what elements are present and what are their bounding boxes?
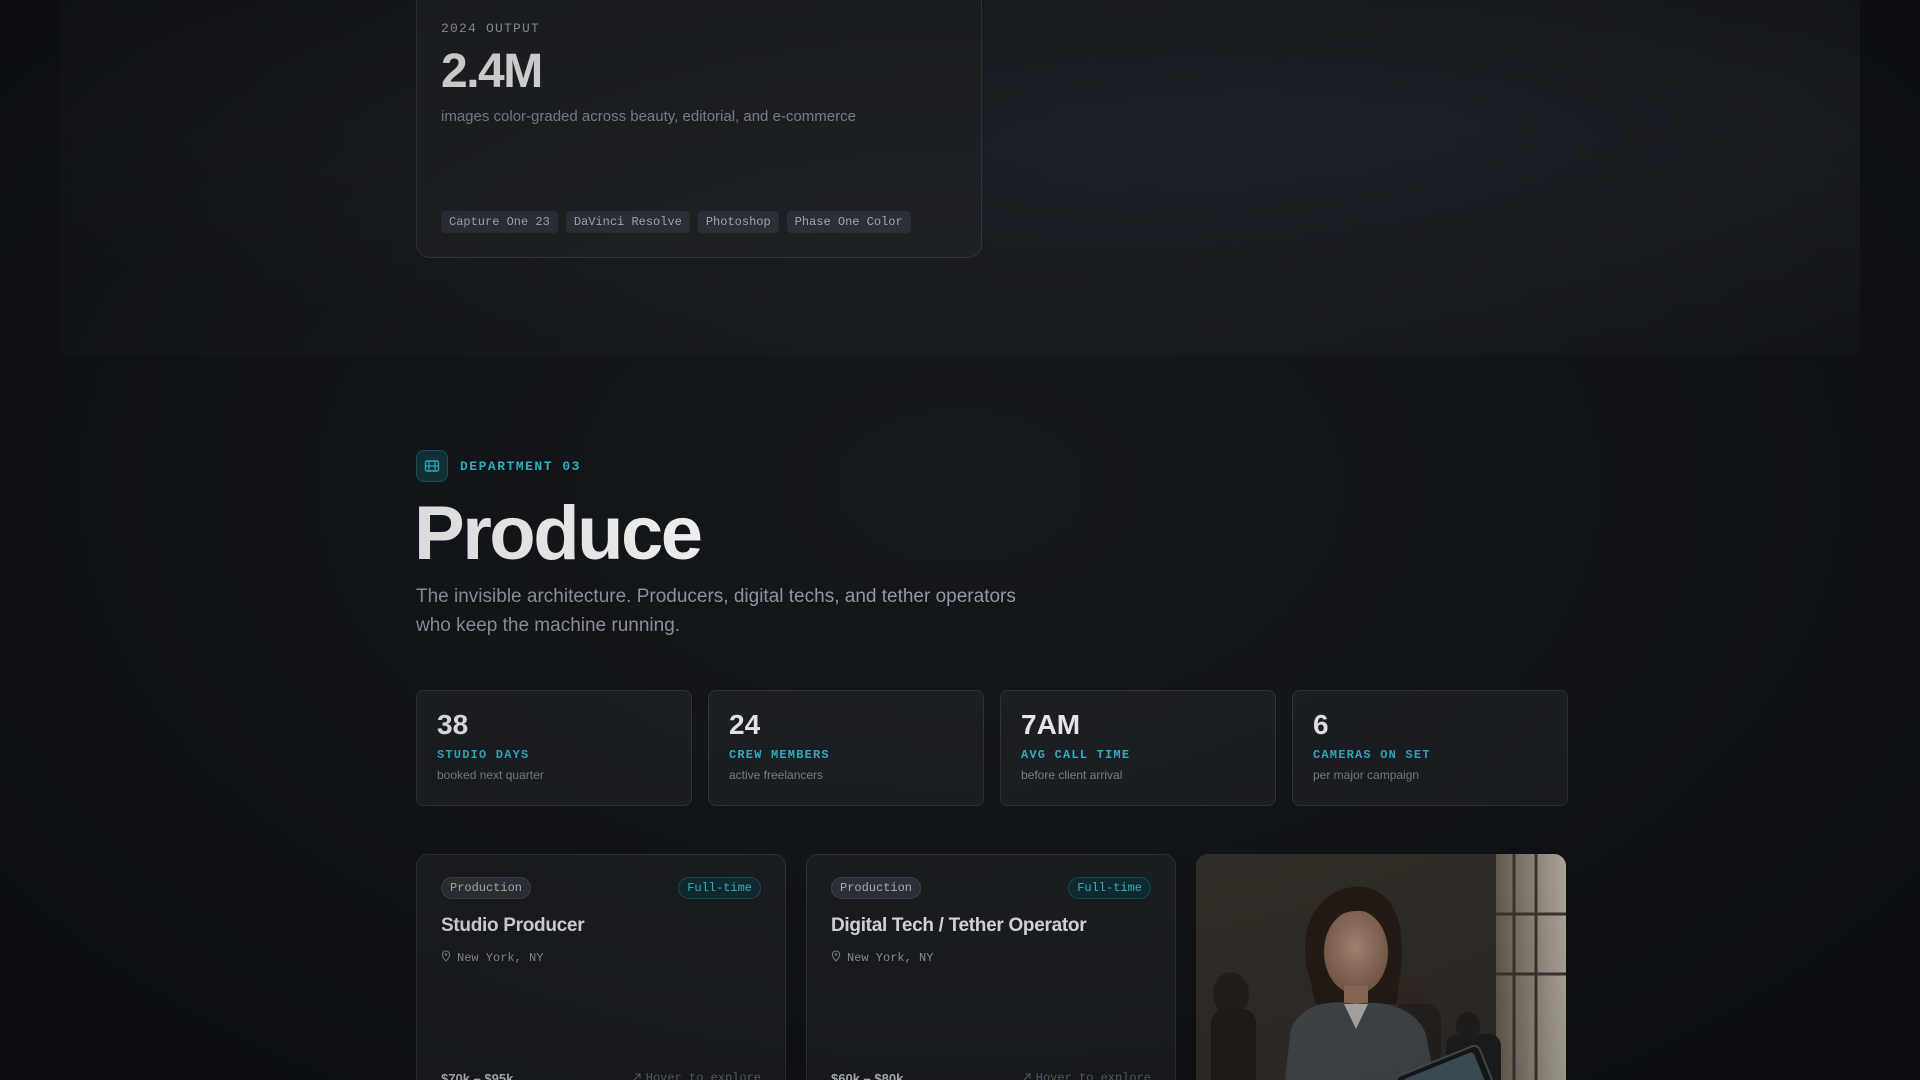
woman-with-tablet-photo (1196, 854, 1566, 1080)
job-type-badge: Full-time (678, 877, 761, 899)
film-icon (416, 450, 448, 482)
job-footer: $60k – $80k Hover to explore (831, 1069, 1151, 1080)
job-hover-hint: Hover to explore (1022, 1069, 1151, 1080)
job-department-tag: Production (441, 877, 532, 899)
stat-card: 24 CREW MEMBERS active freelancers (708, 690, 984, 806)
hover-hint-text: Hover to explore (1035, 1071, 1151, 1080)
department-title: Produce (414, 491, 703, 576)
page: 2024 OUTPUT 2.4M images color-graded acr… (0, 0, 1920, 1080)
output-description: images color-graded across beauty, edito… (441, 108, 856, 125)
stat-value: 38 (437, 709, 469, 740)
job-card-digital-tech[interactable]: Production Full-time Digital Tech / Teth… (806, 854, 1176, 1080)
tool-chip: Photoshop (697, 211, 779, 233)
stat-label: CAMERAS ON SET (1313, 748, 1431, 762)
job-location: New York, NY (831, 949, 1151, 967)
location-pin-icon (831, 949, 841, 967)
tool-chip: Phase One Color (786, 211, 911, 233)
job-salary: $70k – $95k (441, 1070, 514, 1080)
job-title[interactable]: Studio Producer (441, 915, 761, 937)
job-hover-hint: Hover to explore (632, 1069, 761, 1080)
job-location-text: New York, NY (457, 951, 544, 965)
tool-list: Capture One 23 DaVinci Resolve Photoshop… (441, 211, 911, 233)
stat-label: CREW MEMBERS (729, 748, 830, 762)
job-card-studio-producer[interactable]: Production Full-time Studio Producer New… (416, 854, 786, 1080)
location-pin-icon (441, 949, 451, 967)
arrow-icon (1022, 1069, 1032, 1080)
stat-card: 7AM AVG CALL TIME before client arrival (1000, 690, 1276, 806)
output-eyebrow: 2024 OUTPUT (441, 21, 541, 36)
job-list: Production Full-time Studio Producer New… (416, 854, 1566, 1080)
stat-card: 6 CAMERAS ON SET per major campaign (1292, 690, 1568, 806)
job-location: New York, NY (441, 949, 761, 967)
job-tags: Production Full-time (831, 877, 1151, 899)
job-salary: $60k – $80k (831, 1070, 904, 1080)
output-card: 2024 OUTPUT 2.4M images color-graded acr… (416, 0, 982, 258)
stat-subtext: per major campaign (1313, 768, 1420, 782)
stat-subtext: active freelancers (729, 768, 824, 782)
job-department-tag: Production (831, 877, 922, 899)
job-type-badge: Full-time (1068, 877, 1151, 899)
stat-label: AVG CALL TIME (1021, 748, 1131, 762)
arrow-icon (632, 1069, 642, 1080)
department-label: DEPARTMENT 03 (460, 458, 581, 474)
stat-value: 24 (729, 709, 761, 740)
tool-chip: DaVinci Resolve (565, 211, 690, 233)
job-title[interactable]: Digital Tech / Tether Operator (831, 915, 1151, 937)
stat-card: 38 STUDIO DAYS booked next quarter (416, 690, 692, 806)
stat-subtext: before client arrival (1021, 768, 1123, 782)
department-description: The invisible architecture. Producers, d… (416, 586, 1016, 636)
stat-subtext: booked next quarter (437, 768, 544, 782)
photo-illustration (1196, 854, 1566, 1080)
job-footer: $70k – $95k Hover to explore (441, 1069, 761, 1080)
job-tags: Production Full-time (441, 877, 761, 899)
tool-chip: Capture One 23 (441, 211, 558, 233)
stat-value: 7AM (1021, 709, 1081, 740)
hover-hint-text: Hover to explore (645, 1071, 761, 1080)
stat-value: 6 (1313, 709, 1329, 740)
stats-row: 38 STUDIO DAYS booked next quarter 24 CR… (416, 690, 1568, 806)
stat-label: STUDIO DAYS (437, 748, 530, 762)
output-value: 2.4M (441, 45, 543, 98)
department-eyebrow: DEPARTMENT 03 (416, 450, 581, 482)
job-location-text: New York, NY (847, 951, 934, 965)
